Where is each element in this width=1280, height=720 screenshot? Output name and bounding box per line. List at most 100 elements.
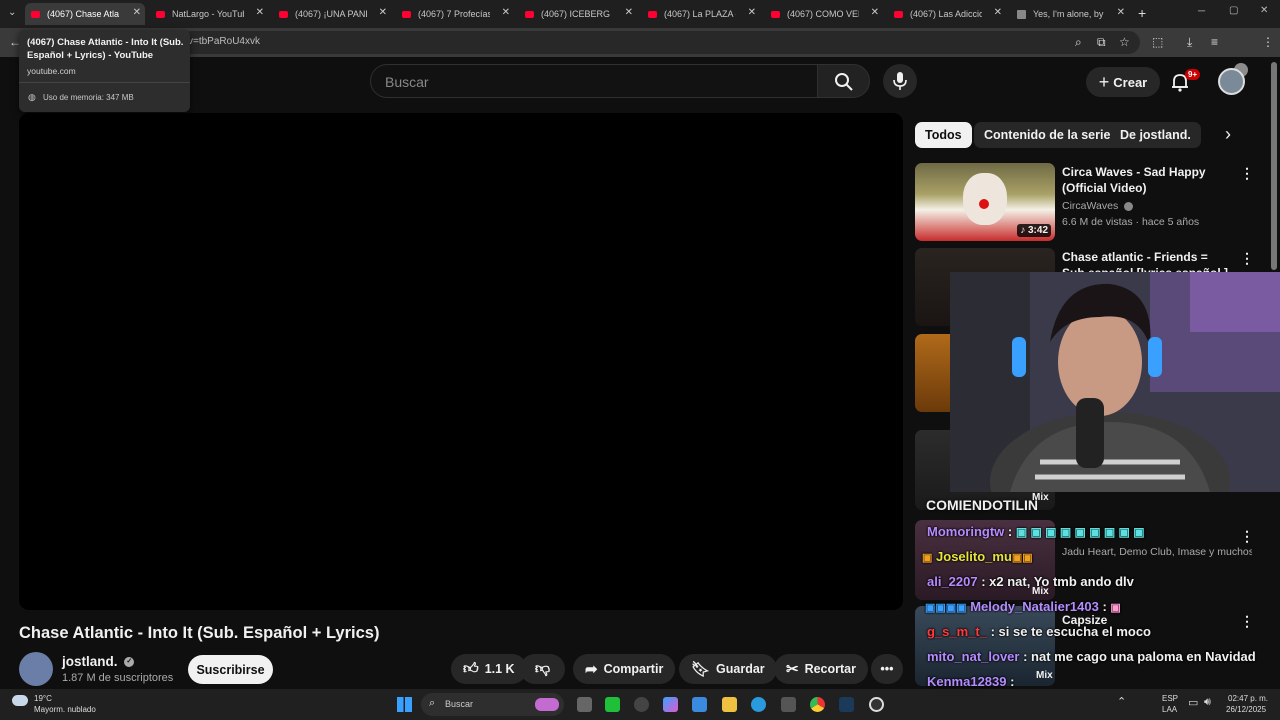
close-icon[interactable]: ✕ [625, 7, 633, 18]
tab-pandemia[interactable]: (4067) ¡UNA PANDEM ✕ [273, 3, 391, 25]
tab-natlargo[interactable]: NatLargo - YouTube ✕ [150, 3, 268, 25]
more-vertical-icon[interactable]: ⋮ [1240, 613, 1254, 630]
more-vertical-icon[interactable]: ⋮ [1240, 528, 1254, 545]
download-icon[interactable]: ⤓ [1187, 35, 1192, 50]
url-text: v=tbPaRoU4xvk [188, 36, 260, 47]
dislike-button[interactable]: 👎︎ [520, 654, 565, 684]
chrome-icon[interactable] [810, 697, 825, 712]
like-button[interactable]: 👍︎ 1.1 K [451, 654, 527, 684]
microphone-icon [893, 72, 907, 90]
chevron-right-icon[interactable]: › [1225, 124, 1231, 145]
youtube-favicon-icon [279, 10, 288, 18]
create-button[interactable]: + Crear [1086, 67, 1160, 97]
share-button[interactable]: ➦ Compartir [573, 654, 676, 684]
chevron-up-icon[interactable]: ⌃ [1117, 695, 1126, 708]
weather-temp[interactable]: 19°C [34, 694, 52, 703]
avatar[interactable] [1218, 68, 1245, 95]
media-control-icon[interactable]: ≡ [1211, 35, 1218, 49]
chip-jostland[interactable]: De jostland. [1110, 122, 1201, 148]
thumbnail-circa-waves[interactable]: ♪ 3:42 [915, 163, 1055, 241]
chat-message: mito_nat_lover : nat me cago una paloma … [927, 649, 1256, 664]
store-icon[interactable] [692, 697, 707, 712]
close-icon[interactable]: ✕ [994, 7, 1002, 18]
task-view-icon[interactable] [577, 697, 592, 712]
volume-icon[interactable]: 🔊︎ [1204, 696, 1211, 709]
rec-title-circa-waves[interactable]: Circa Waves - Sad Happy (Official Video) [1062, 164, 1232, 196]
scrollbar[interactable] [1271, 62, 1277, 270]
search-button[interactable] [817, 64, 870, 98]
tab-profecias[interactable]: (4067) 7 Profecías Pa ✕ [396, 3, 514, 25]
duration-badge: ♪ 3:42 [1017, 224, 1051, 237]
windows-start-icon[interactable] [397, 697, 412, 712]
channel-name[interactable]: jostland. ✓ [62, 654, 135, 669]
plus-icon: + [1098, 71, 1110, 92]
close-window-icon[interactable]: ✕ [1260, 5, 1268, 16]
language-indicator-2[interactable]: LAA [1162, 705, 1177, 714]
app-circle-icon[interactable] [634, 697, 649, 712]
address-bar[interactable]: v=tbPaRoU4xvk [180, 31, 1140, 54]
search-input[interactable]: Buscar [370, 64, 818, 98]
emote-icons: ▣ [1110, 602, 1121, 614]
tab-iceberg[interactable]: (4067) ICEBERG De C ✕ [519, 3, 637, 25]
chat-message: ▣▣▣▣ Melody_Natalier1403 : ▣ [925, 599, 1121, 614]
more-vertical-icon[interactable]: ⋮ [1240, 165, 1254, 182]
menu-kebab-icon[interactable]: ⋮ [1262, 35, 1274, 49]
divider [19, 82, 190, 83]
close-icon[interactable]: ✕ [379, 7, 387, 18]
close-icon[interactable]: ✕ [502, 7, 510, 18]
cloud-icon [12, 695, 28, 706]
tab-yes-im-alone[interactable]: Yes, I'm alone, by Mo ✕ [1011, 3, 1129, 25]
chip-todos[interactable]: Todos [915, 122, 972, 148]
more-vertical-icon[interactable]: ⋮ [1240, 250, 1254, 267]
tab-plaza[interactable]: (4067) La PLAZA de L ✕ [642, 3, 760, 25]
chat-message: Momoringtw : ▣ ▣ ▣ ▣ ▣ ▣ ▣ ▣ ▣ [927, 524, 1145, 539]
weather-desc[interactable]: Mayorm. nublado [34, 705, 96, 714]
webcam-feed [950, 272, 1280, 492]
install-app-icon[interactable]: ⧉ [1097, 35, 1106, 50]
youtube-favicon-icon [156, 10, 165, 18]
more-actions-button[interactable]: ••• [871, 654, 903, 684]
chip-series[interactable]: Contenido de la serie [974, 122, 1121, 148]
app-green-icon[interactable] [605, 697, 620, 712]
channel-text: CircaWaves [1062, 200, 1119, 212]
tab-como-vence[interactable]: (4067) COMO VENCE ✕ [765, 3, 883, 25]
minimize-icon[interactable]: ─ [1198, 6, 1205, 17]
clock-date[interactable]: 26/12/2025 [1226, 705, 1266, 714]
tab-adicciones[interactable]: (4067) Las Adicciones ✕ [888, 3, 1006, 25]
obs-icon[interactable] [869, 697, 884, 712]
bookmark-star-icon[interactable]: ☆ [1119, 35, 1130, 49]
close-icon[interactable]: ✕ [748, 7, 756, 18]
extensions-icon[interactable]: ⬚ [1152, 35, 1163, 49]
tab-chase-atlantic[interactable]: (4067) Chase Atlantic ✕ [25, 3, 145, 25]
copilot-icon[interactable] [663, 697, 678, 712]
app-terminal-icon[interactable] [781, 697, 796, 712]
subscribe-button[interactable]: Suscribirse [188, 655, 273, 684]
language-indicator-1[interactable]: ESP [1162, 694, 1178, 703]
video-title: Chase Atlantic - Into It (Sub. Español +… [19, 624, 380, 642]
duration-text: 3:42 [1027, 225, 1048, 236]
rec-channel-circa-waves[interactable]: CircaWaves [1062, 200, 1134, 212]
file-explorer-icon[interactable] [722, 697, 737, 712]
close-icon[interactable]: ✕ [256, 7, 264, 18]
new-tab-button[interactable]: + [1138, 5, 1146, 21]
browser-tab-strip: ⌄ (4067) Chase Atlantic ✕ NatLargo - You… [0, 0, 1280, 28]
zoom-icon[interactable]: ⌕ [1075, 35, 1082, 50]
rec-title-friends[interactable]: Chase atlantic - Friends = Sub español [… [1062, 249, 1232, 273]
maximize-icon[interactable]: ▢ [1229, 5, 1238, 16]
network-icon[interactable]: ▭ [1188, 696, 1198, 709]
clip-button[interactable]: ✂ Recortar [774, 654, 868, 684]
close-icon[interactable]: ✕ [871, 7, 879, 18]
chat-message: ▣ Joselito_mu▣▣ [922, 549, 1033, 564]
close-icon[interactable]: ✕ [1117, 7, 1125, 18]
voice-search-button[interactable] [883, 64, 917, 98]
clock-time[interactable]: 02:47 p. m. [1228, 694, 1268, 703]
save-button[interactable]: 🔖︎ Guardar [679, 654, 777, 684]
channel-avatar[interactable] [19, 652, 53, 686]
tab-list-icon[interactable]: ⌄ [8, 7, 16, 18]
video-player[interactable] [19, 113, 903, 610]
steam-icon[interactable] [839, 697, 854, 712]
edge-icon[interactable] [751, 697, 766, 712]
close-icon[interactable]: ✕ [133, 7, 141, 18]
badge-icons: ▣▣▣▣ [925, 602, 967, 614]
taskbar-search-input[interactable]: ⌕ Buscar [421, 693, 564, 716]
